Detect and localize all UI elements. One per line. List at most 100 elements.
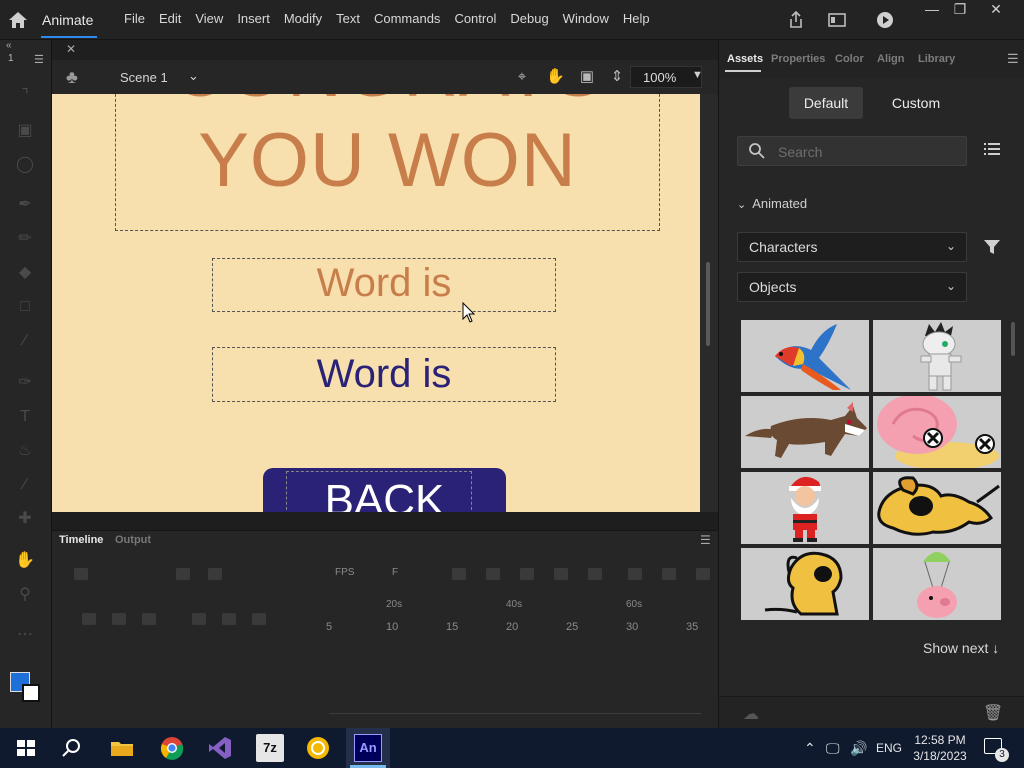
animate-icon[interactable]: An: [354, 734, 382, 762]
menu-modify[interactable]: Modify: [284, 11, 330, 26]
collapse-tools-icon[interactable]: «: [6, 40, 12, 51]
animated-section-header[interactable]: ⌄ Animated: [737, 196, 807, 211]
trash-icon[interactable]: 🗑: [983, 703, 1003, 723]
asset-dog-running[interactable]: [873, 472, 1001, 544]
clip-stage-icon[interactable]: ▣: [578, 68, 596, 86]
lasso-tool-icon[interactable]: ◯: [14, 154, 36, 176]
insert-frame-icon[interactable]: [192, 613, 206, 625]
list-view-icon[interactable]: [983, 140, 1001, 158]
test-movie-icon[interactable]: [874, 9, 896, 31]
tab-timeline[interactable]: Timeline: [59, 534, 103, 546]
menu-commands[interactable]: Commands: [374, 11, 448, 26]
timeline-scrollbar[interactable]: [329, 713, 701, 714]
pencil-tool-icon[interactable]: ✏: [14, 228, 36, 250]
bone-tool-icon[interactable]: ✚: [14, 508, 36, 530]
show-layer-icon[interactable]: [82, 613, 96, 625]
language-indicator[interactable]: ENG: [876, 741, 902, 755]
show-next-link[interactable]: Show next ↓: [923, 640, 999, 656]
eraser-tool-icon[interactable]: ◆: [14, 262, 36, 284]
restore-button[interactable]: ❐: [944, 0, 976, 20]
layer-parenting-icon[interactable]: [208, 568, 222, 580]
camera-icon[interactable]: [520, 568, 534, 580]
filter-icon[interactable]: [983, 238, 1001, 256]
pen-tool-icon[interactable]: ✑: [14, 372, 36, 394]
objects-dropdown[interactable]: Objects ⌄: [737, 272, 967, 302]
asset-dog-sitting[interactable]: [741, 548, 869, 620]
insert-blank-keyframe-icon[interactable]: [252, 613, 266, 625]
eyedropper-tool-icon[interactable]: ⁄: [14, 474, 36, 496]
network-icon[interactable]: 🖵: [826, 740, 840, 757]
title-text-box[interactable]: CONGRATS YOU WON: [115, 94, 660, 231]
lock-layer-icon[interactable]: [112, 613, 126, 625]
loop-icon[interactable]: [588, 568, 602, 580]
rectangle-tool-icon[interactable]: □: [14, 296, 36, 318]
outline-layer-icon[interactable]: [142, 613, 156, 625]
tab-library[interactable]: Library: [918, 53, 955, 65]
zoom-stepper-icon[interactable]: ⇕: [608, 68, 626, 86]
volume-icon[interactable]: 🔊: [850, 740, 867, 757]
play-icon[interactable]: [628, 568, 642, 580]
taskbar-search-icon[interactable]: [58, 734, 86, 762]
asset-pig-parachute[interactable]: [873, 548, 1001, 620]
menu-insert[interactable]: Insert: [237, 11, 278, 26]
stage-vertical-scrollbar[interactable]: [706, 262, 710, 346]
scene-name[interactable]: Scene 1: [120, 70, 168, 85]
zoom-tool-icon[interactable]: ⚲: [14, 584, 36, 606]
visual-studio-icon[interactable]: [206, 734, 234, 762]
zoom-chevron-down-icon[interactable]: ▼: [692, 69, 703, 81]
menu-text[interactable]: Text: [336, 11, 368, 26]
menu-window[interactable]: Window: [563, 11, 617, 26]
line-tool-icon[interactable]: ∕: [14, 330, 36, 352]
layers-icon[interactable]: [74, 568, 88, 580]
default-toggle-button[interactable]: Default: [789, 87, 863, 119]
selection-tool-icon[interactable]: ⌝: [14, 85, 36, 107]
workspace-icon[interactable]: [826, 9, 848, 31]
start-icon[interactable]: [12, 734, 40, 762]
menu-view[interactable]: View: [195, 11, 231, 26]
close-document-icon[interactable]: ✕: [66, 42, 76, 56]
scene-icon[interactable]: ♣: [66, 67, 78, 88]
tools-menu-icon[interactable]: ☰: [34, 53, 44, 66]
close-button[interactable]: ✕: [980, 0, 1012, 20]
rotate-stage-icon[interactable]: ✋: [546, 68, 565, 86]
menu-debug[interactable]: Debug: [510, 11, 556, 26]
brush-tool-icon[interactable]: ✒: [14, 194, 36, 216]
asset-snail[interactable]: [873, 396, 1001, 468]
chrome-icon[interactable]: [158, 734, 186, 762]
more-tools-icon[interactable]: ⋯: [14, 624, 36, 646]
asset-mummy[interactable]: [873, 320, 1001, 392]
characters-dropdown[interactable]: Characters ⌄: [737, 232, 967, 262]
share-icon[interactable]: [785, 9, 807, 31]
text-tool-icon[interactable]: T: [14, 406, 36, 428]
insert-keyframe-icon[interactable]: [222, 613, 236, 625]
word-text-box-1[interactable]: Word is: [212, 258, 556, 312]
tab-output[interactable]: Output: [115, 534, 151, 546]
yellow-app-icon[interactable]: [304, 734, 332, 762]
tab-color[interactable]: Color: [835, 53, 864, 65]
timeline-menu-icon[interactable]: ☰: [700, 533, 711, 547]
menu-help[interactable]: Help: [623, 11, 658, 26]
panel-menu-icon[interactable]: ☰: [1007, 51, 1019, 67]
center-frame-icon[interactable]: [554, 568, 568, 580]
asset-santa[interactable]: [741, 472, 869, 544]
step-forward-icon[interactable]: [662, 568, 676, 580]
home-icon[interactable]: [8, 10, 28, 30]
file-explorer-icon[interactable]: [108, 734, 136, 762]
7zip-icon[interactable]: 7z: [256, 734, 284, 762]
tray-chevron-up-icon[interactable]: ⌃: [804, 740, 816, 757]
search-input[interactable]: [778, 142, 958, 162]
stage-canvas[interactable]: CONGRATS YOU WON Word is Word is BACK: [52, 94, 700, 512]
menu-file[interactable]: File: [124, 11, 153, 26]
tab-properties[interactable]: Properties: [771, 53, 825, 65]
new-layer-icon[interactable]: [176, 568, 190, 580]
tab-assets[interactable]: Assets: [727, 53, 763, 65]
menu-control[interactable]: Control: [454, 11, 504, 26]
paint-bucket-icon[interactable]: ♨: [14, 440, 36, 462]
transform-tool-icon[interactable]: ▣: [14, 120, 36, 142]
word-text-box-2[interactable]: Word is: [212, 347, 556, 402]
onion-skin-icon[interactable]: [452, 568, 466, 580]
menu-edit[interactable]: Edit: [159, 11, 189, 26]
cloud-upload-icon[interactable]: ☁: [743, 704, 759, 724]
edit-multiple-frames-icon[interactable]: [486, 568, 500, 580]
hand-tool-icon[interactable]: ✋: [14, 550, 36, 572]
